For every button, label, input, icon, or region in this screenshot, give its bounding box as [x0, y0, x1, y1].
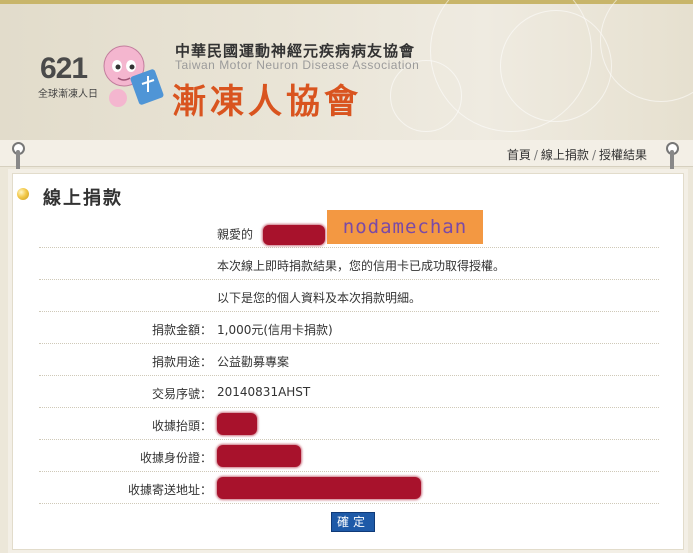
message-row: 本次線上即時捐款結果，您的信用卡已成功取得授權。 — [39, 248, 659, 280]
receipt-id-label: 收據身份證： — [139, 451, 212, 465]
detail-row-receipt-address: 收據寄送地址： — [39, 472, 659, 504]
bullet-icon — [17, 188, 29, 200]
breadcrumb-separator: / — [533, 148, 538, 162]
detail-row-receipt-title: 收據抬頭： — [39, 408, 659, 440]
detail-row-purpose: 捐款用途： 公益勸募專案 — [39, 344, 659, 376]
org-name-en: Taiwan Motor Neuron Disease Association — [175, 58, 420, 72]
global-day-number: 621 — [40, 52, 88, 85]
detail-row-amount: 捐款金額： 1,000元(信用卡捐款) — [39, 312, 659, 344]
serial-label: 交易序號： — [151, 387, 212, 401]
nickname-overlay: nodamechan — [327, 210, 483, 244]
receipt-title-value — [217, 413, 257, 435]
site-header: 621 全球漸凍人日 中華民國運動神經元疾病病友協會 Taiwan Motor … — [0, 0, 693, 140]
details-intro-message: 以下是您的個人資料及本次捐款明細。 — [217, 291, 422, 305]
breadcrumb-trail: 首頁 / 線上捐款 / 授權結果 — [507, 146, 647, 163]
receipt-id-value — [217, 445, 301, 467]
floral-decoration — [500, 10, 612, 122]
detail-row-serial: 交易序號： 20140831AHST — [39, 376, 659, 408]
org-short-name: 漸凍人協會 — [172, 82, 362, 122]
redacted-receipt-address — [217, 477, 421, 499]
amount-label: 捐款金額： — [151, 323, 212, 337]
breadcrumb-current: 授權結果 — [598, 148, 647, 162]
section-title-text: 線上捐款 — [43, 188, 123, 209]
receipt-title-label: 收據抬頭： — [151, 419, 212, 433]
section-title: 線上捐款 — [17, 184, 123, 210]
authorization-message: 本次線上即時捐款結果，您的信用卡已成功取得授權。 — [217, 259, 506, 273]
detail-row-receipt-id: 收據身份證： — [39, 440, 659, 472]
receipt-address-value — [217, 477, 421, 499]
serial-value: 20140831AHST — [217, 385, 311, 399]
amount-value: 1,000元(信用卡捐款) — [217, 323, 333, 337]
greeting-prefix: 親愛的 — [217, 227, 254, 242]
redacted-receipt-title — [217, 413, 257, 435]
confirm-button[interactable]: 確定 — [331, 512, 375, 532]
receipt-address-label: 收據寄送地址： — [127, 483, 212, 497]
breadcrumb-donate-link[interactable]: 線上捐款 — [541, 148, 589, 162]
greeting-text: 親愛的 : — [217, 225, 333, 245]
purpose-value: 公益勸募專案 — [217, 355, 290, 369]
mascot-logo-icon — [103, 45, 164, 107]
purpose-label: 捐款用途： — [151, 355, 212, 369]
header-top-border — [0, 0, 693, 4]
result-rows: 親愛的 : 本次線上即時捐款結果，您的信用卡已成功取得授權。 以下是您的個人資料… — [39, 216, 659, 504]
breadcrumb-separator: / — [591, 148, 596, 162]
redacted-donor-name — [262, 225, 325, 245]
breadcrumb: 首頁 / 線上捐款 / 授權結果 — [0, 140, 693, 167]
floral-decoration — [600, 0, 693, 102]
breadcrumb-home-link[interactable]: 首頁 — [507, 148, 531, 162]
redacted-receipt-id — [217, 445, 301, 467]
global-day-label: 全球漸凍人日 — [38, 89, 98, 100]
message-row: 以下是您的個人資料及本次捐款明細。 — [39, 280, 659, 312]
